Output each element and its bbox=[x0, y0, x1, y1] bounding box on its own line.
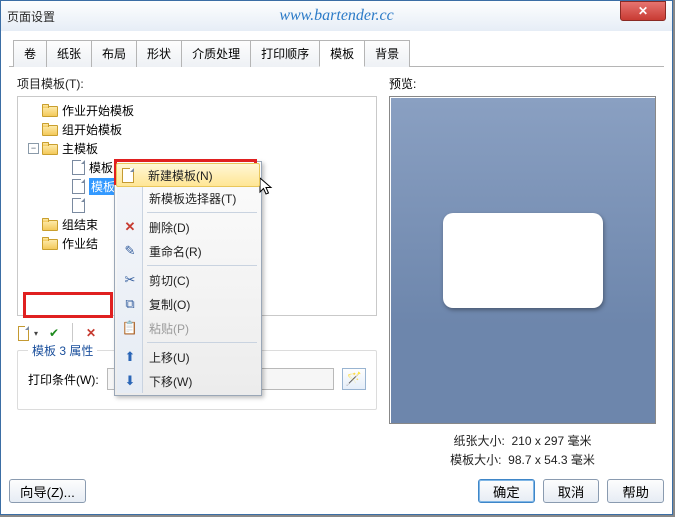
paper-size-value: 210 x 297 毫米 bbox=[511, 434, 591, 448]
titlebar: 页面设置 www.bartender.cc ✕ bbox=[1, 1, 672, 31]
ctx-item-label: 重命名(R) bbox=[149, 243, 202, 260]
delete-icon: ✕ bbox=[86, 326, 96, 340]
folder-icon bbox=[42, 237, 58, 250]
preview-area bbox=[389, 96, 656, 424]
paper-size-row: 纸张大小: 210 x 297 毫米 bbox=[389, 432, 656, 451]
properties-title: 模板 3 属性 bbox=[28, 342, 97, 359]
ctx-item-label: 剪切(C) bbox=[149, 272, 190, 289]
cancel-button[interactable]: 取消 bbox=[543, 479, 600, 503]
separator bbox=[72, 323, 73, 343]
ctx-rename[interactable]: ✎ 重命名(R) bbox=[117, 239, 259, 263]
close-icon: ✕ bbox=[638, 4, 648, 18]
tree-node-label: 作业开始模板 bbox=[62, 102, 134, 119]
ctx-item-label: 复制(O) bbox=[149, 296, 190, 313]
approve-button[interactable]: ✔ bbox=[43, 322, 65, 344]
check-icon: ✔ bbox=[49, 326, 59, 340]
tab-bar: 卷 纸张 布局 形状 介质处理 打印顺序 模板 背景 bbox=[9, 35, 664, 67]
ok-button[interactable]: 确定 bbox=[478, 479, 535, 503]
preview-info: 纸张大小: 210 x 297 毫米 模板大小: 98.7 x 54.3 毫米 bbox=[389, 432, 656, 470]
new-template-button[interactable]: ▾ bbox=[17, 322, 39, 344]
ctx-copy[interactable]: ⧉ 复制(O) bbox=[117, 292, 259, 316]
ctx-item-label: 粘贴(P) bbox=[149, 320, 189, 337]
ctx-template-picker[interactable]: 新模板选择器(T) bbox=[117, 186, 259, 210]
close-button[interactable]: ✕ bbox=[620, 1, 666, 21]
tree-label: 项目模板(T): bbox=[17, 75, 377, 92]
tab-background[interactable]: 背景 bbox=[364, 40, 410, 67]
delete-button[interactable]: ✕ bbox=[80, 322, 102, 344]
arrow-up-icon: ⬆ bbox=[122, 349, 138, 365]
ctx-item-label: 上移(U) bbox=[149, 349, 190, 366]
document-icon bbox=[72, 179, 85, 194]
menu-separator bbox=[147, 212, 257, 213]
tab-layout[interactable]: 布局 bbox=[91, 40, 137, 67]
folder-open-icon bbox=[42, 142, 58, 155]
tree-node-label: 模板 bbox=[89, 178, 117, 195]
tree-node-label: 作业结 bbox=[62, 235, 98, 252]
template-size-value: 98.7 x 54.3 毫米 bbox=[508, 453, 595, 467]
tab-shape[interactable]: 形状 bbox=[136, 40, 182, 67]
tree-node-label: 组结束 bbox=[62, 216, 98, 233]
template-preview-card bbox=[443, 213, 603, 308]
collapse-icon[interactable]: − bbox=[28, 143, 39, 154]
ctx-new-template[interactable]: 新建模板(N) bbox=[116, 163, 260, 187]
tree-node-job-start[interactable]: 作业开始模板 bbox=[20, 101, 374, 119]
client-area: 卷 纸张 布局 形状 介质处理 打印顺序 模板 背景 项目模板(T): 作业开始… bbox=[9, 35, 664, 470]
ctx-paste: 📋 粘贴(P) bbox=[117, 316, 259, 340]
clipboard-icon: 📋 bbox=[122, 320, 138, 336]
context-menu: 新建模板(N) 新模板选择器(T) ✕ 删除(D) ✎ 重命名(R) ✂ 剪切(… bbox=[114, 161, 262, 396]
ctx-item-label: 新建模板(N) bbox=[148, 167, 213, 184]
window-title: 页面设置 bbox=[7, 8, 55, 25]
dialog-window: 页面设置 www.bartender.cc ✕ 卷 纸张 布局 形状 介质处理 … bbox=[0, 0, 673, 515]
ctx-cut[interactable]: ✂ 剪切(C) bbox=[117, 268, 259, 292]
new-document-icon bbox=[18, 326, 29, 341]
tab-content: 项目模板(T): 作业开始模板 组开始模板 − 主模板 bbox=[9, 67, 664, 474]
wizard-button[interactable]: 向导(Z)... bbox=[9, 479, 86, 503]
tree-node-main-templates[interactable]: − 主模板 bbox=[20, 139, 374, 157]
menu-separator bbox=[147, 342, 257, 343]
help-button[interactable]: 帮助 bbox=[607, 479, 664, 503]
delete-icon: ✕ bbox=[122, 219, 138, 235]
dialog-button-bar: 向导(Z)... 确定 取消 帮助 bbox=[9, 476, 664, 506]
document-icon bbox=[72, 160, 85, 175]
folder-icon bbox=[42, 218, 58, 231]
ctx-move-down[interactable]: ⬇ 下移(W) bbox=[117, 369, 259, 393]
wand-icon: 🪄 bbox=[346, 371, 362, 387]
ctx-item-label: 删除(D) bbox=[149, 219, 190, 236]
tree-node-group-start[interactable]: 组开始模板 bbox=[20, 120, 374, 138]
new-document-icon bbox=[122, 167, 138, 183]
template-size-row: 模板大小: 98.7 x 54.3 毫米 bbox=[389, 451, 656, 470]
document-icon bbox=[72, 198, 85, 213]
tab-template[interactable]: 模板 bbox=[319, 40, 365, 67]
print-condition-label: 打印条件(W): bbox=[28, 371, 99, 388]
tab-media[interactable]: 介质处理 bbox=[181, 40, 251, 67]
scissors-icon: ✂ bbox=[122, 272, 138, 288]
chevron-down-icon: ▾ bbox=[34, 329, 38, 338]
tree-node-label: 主模板 bbox=[62, 140, 98, 157]
arrow-down-icon: ⬇ bbox=[122, 373, 138, 389]
watermark-url: www.bartender.cc bbox=[279, 7, 393, 25]
right-panel: 预览: 纸张大小: 210 x 297 毫米 模板大小: 98.7 x 54.3… bbox=[389, 75, 656, 474]
tab-roll[interactable]: 卷 bbox=[13, 40, 47, 67]
ctx-item-label: 下移(W) bbox=[149, 373, 192, 390]
paper-size-label: 纸张大小: bbox=[453, 434, 504, 448]
template-size-label: 模板大小: bbox=[450, 453, 501, 467]
preview-label: 预览: bbox=[389, 75, 656, 92]
ctx-move-up[interactable]: ⬆ 上移(U) bbox=[117, 345, 259, 369]
folder-icon bbox=[42, 104, 58, 117]
rename-icon: ✎ bbox=[122, 243, 138, 259]
tab-printorder[interactable]: 打印顺序 bbox=[250, 40, 320, 67]
tab-paper[interactable]: 纸张 bbox=[46, 40, 92, 67]
ctx-item-label: 新模板选择器(T) bbox=[149, 190, 236, 207]
folder-icon bbox=[42, 123, 58, 136]
tree-node-label: 组开始模板 bbox=[62, 121, 122, 138]
copy-icon: ⧉ bbox=[122, 296, 138, 312]
ctx-delete[interactable]: ✕ 删除(D) bbox=[117, 215, 259, 239]
condition-wizard-button[interactable]: 🪄 bbox=[342, 368, 366, 390]
menu-separator bbox=[147, 265, 257, 266]
